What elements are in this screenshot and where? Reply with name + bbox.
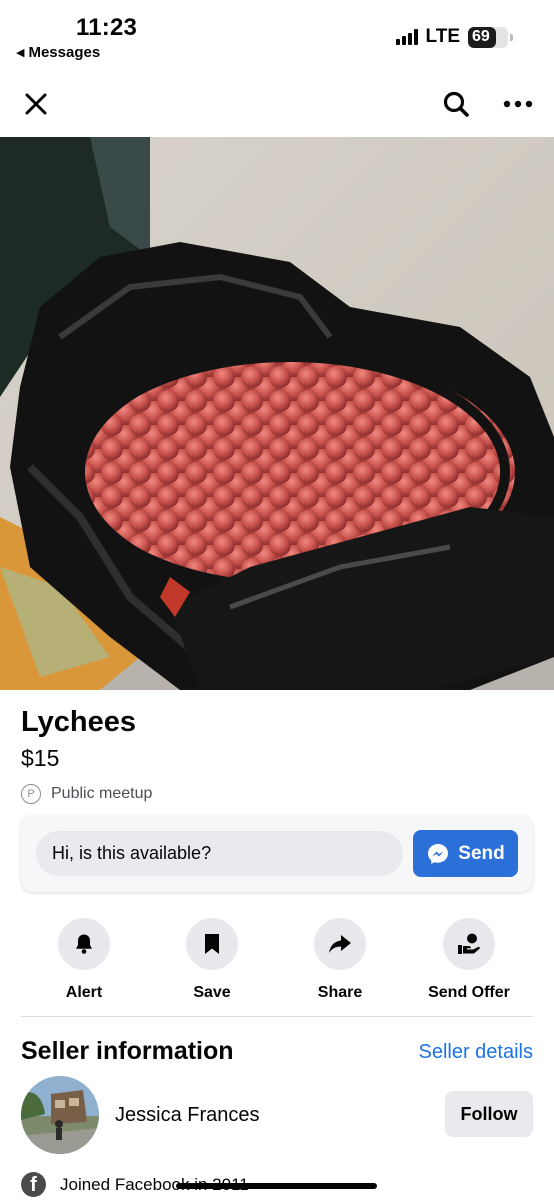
seller-details-link[interactable]: Seller details	[418, 1041, 533, 1064]
alert-label: Alert	[65, 984, 103, 1001]
message-seller-card: Send	[21, 815, 533, 892]
send-button-label: Send	[458, 842, 505, 864]
save-action[interactable]: Save	[154, 918, 270, 1002]
meetup-info: P Public meetup	[21, 784, 152, 804]
messenger-icon	[428, 843, 449, 864]
back-triangle-icon: ◀	[16, 47, 25, 59]
status-indicators: LTE 69	[395, 26, 513, 48]
facebook-icon: f	[21, 1172, 46, 1197]
send-offer-action[interactable]: Send Offer	[411, 918, 527, 1002]
send-button[interactable]: Send	[413, 830, 518, 877]
follow-button[interactable]: Follow	[445, 1091, 533, 1137]
listing-photo[interactable]	[0, 137, 554, 690]
bell-icon	[58, 918, 110, 970]
signal-icon	[395, 29, 418, 45]
network-type: LTE	[425, 26, 460, 47]
listing-title: Lychees	[21, 706, 136, 738]
bookmark-icon	[186, 918, 238, 970]
search-icon[interactable]	[438, 86, 474, 122]
home-indicator[interactable]	[176, 1183, 377, 1189]
alert-action[interactable]: Alert	[26, 918, 142, 1002]
seller-name[interactable]: Jessica Frances	[115, 1104, 260, 1127]
meetup-label: Public meetup	[51, 785, 153, 802]
parking-circle-icon: P	[21, 784, 41, 804]
back-to-app-link[interactable]: ◀ Messages	[16, 44, 100, 61]
close-icon[interactable]	[18, 86, 54, 122]
seller-info-heading: Seller information	[21, 1037, 234, 1065]
back-app-label: Messages	[28, 44, 101, 61]
share-arrow-icon	[314, 918, 366, 970]
more-horizontal-icon[interactable]	[498, 86, 538, 122]
section-divider	[21, 1016, 533, 1017]
save-label: Save	[193, 984, 231, 1001]
status-time: 11:23	[76, 14, 138, 41]
lychee-bag-photo	[0, 137, 554, 690]
message-input[interactable]	[36, 831, 403, 876]
send-offer-label: Send Offer	[428, 984, 510, 1001]
listing-price: $15	[21, 745, 60, 771]
share-action[interactable]: Share	[282, 918, 398, 1002]
share-label: Share	[317, 984, 363, 1001]
top-bar	[0, 72, 554, 136]
status-bar: 11:23 ◀ Messages LTE 69	[0, 0, 554, 72]
offer-hand-icon	[443, 918, 495, 970]
avatar[interactable]	[21, 1076, 99, 1154]
battery-icon: 69	[468, 26, 513, 48]
battery-level: 69	[472, 28, 490, 45]
